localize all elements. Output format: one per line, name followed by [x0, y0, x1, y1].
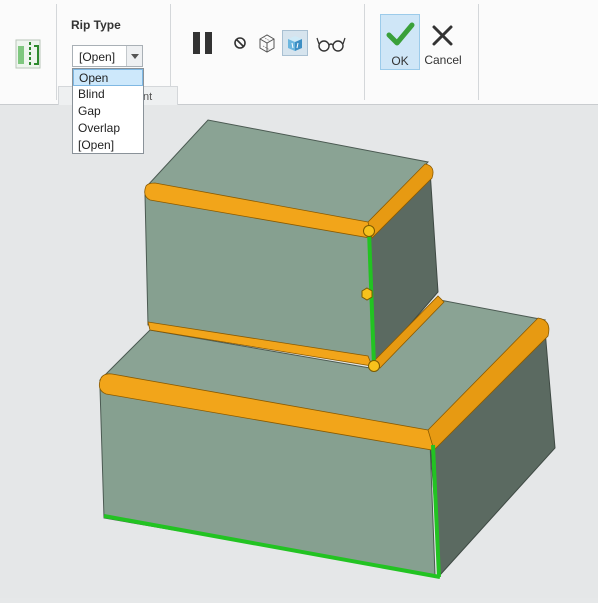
close-icon: [432, 25, 453, 46]
verify-button[interactable]: [282, 30, 308, 56]
option-open[interactable]: Open: [73, 69, 143, 86]
circle-slash-icon: [234, 37, 246, 49]
ok-button[interactable]: OK: [380, 14, 420, 70]
glasses-icon: [316, 37, 346, 52]
option-blind[interactable]: Blind: [73, 86, 143, 103]
option-gap[interactable]: Gap: [73, 103, 143, 120]
option-overlap[interactable]: Overlap: [73, 120, 143, 137]
preview-button[interactable]: [256, 31, 278, 55]
rip-tool-icon[interactable]: [12, 38, 44, 70]
rip-type-select[interactable]: [Open]: [72, 45, 143, 67]
cancel-label: Cancel: [424, 53, 462, 67]
tab-partial-label[interactable]: nt: [143, 91, 152, 103]
ok-label: OK: [391, 54, 409, 68]
sheetmetal-part-model[interactable]: [0, 105, 598, 598]
rip-type-dropdown: Open Blind Gap Overlap [Open]: [72, 68, 144, 154]
rip-type-label: Rip Type: [71, 18, 121, 32]
no-preview-button[interactable]: [230, 33, 250, 53]
rip-type-selected-value: [Open]: [79, 50, 116, 64]
cancel-button[interactable]: Cancel: [421, 14, 465, 70]
glasses-button[interactable]: [316, 34, 346, 54]
wireframe-cube-icon: [259, 34, 275, 53]
pause-icon: [193, 32, 212, 54]
pause-button[interactable]: [190, 30, 218, 56]
chevron-down-icon[interactable]: [126, 46, 142, 66]
graphics-viewport[interactable]: [0, 105, 598, 598]
checkmark-icon: [386, 22, 415, 46]
option-open-bracketed[interactable]: [Open]: [73, 137, 143, 154]
shaded-cube-icon: [288, 36, 302, 51]
